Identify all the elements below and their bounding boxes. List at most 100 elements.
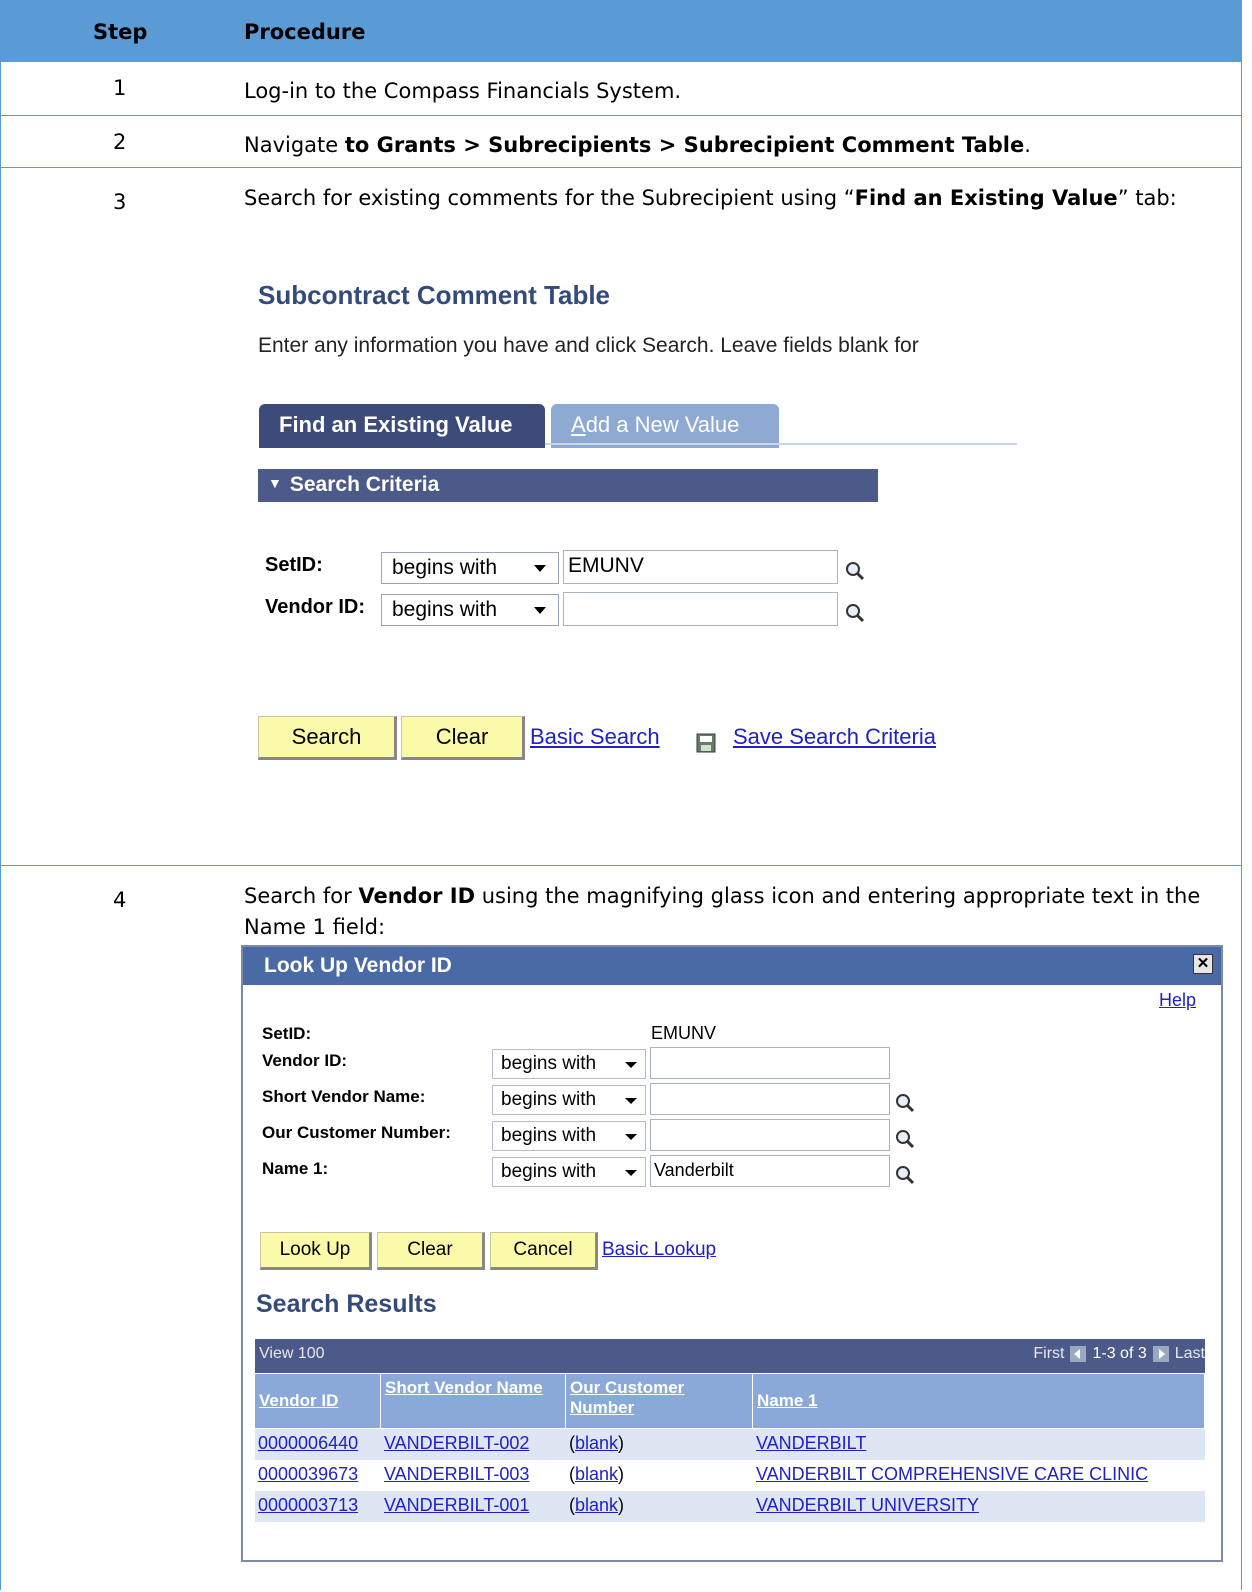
grid-view-link[interactable]: View 100	[259, 1345, 325, 1362]
step-text: Search for existing comments for the Sub…	[244, 183, 1211, 214]
short-vendor-name-operator-select[interactable]: begins with	[492, 1085, 646, 1115]
search-criteria-header[interactable]: ▼ Search Criteria	[258, 469, 878, 502]
short-name-link[interactable]: VANDERBILT-001	[384, 1495, 529, 1515]
cell-name1[interactable]: VANDERBILT COMPREHENSIVE CARE CLINIC	[753, 1460, 1205, 1491]
tab-find-existing-value[interactable]: Find an Existing Value	[259, 404, 545, 448]
dialog-title: Look Up Vendor ID	[243, 947, 1221, 985]
name1-link[interactable]: VANDERBILT	[756, 1433, 866, 1453]
row-range: 1-3 of 3	[1092, 1345, 1147, 1362]
close-icon[interactable]: ✕	[1193, 954, 1213, 974]
vendor-id-input[interactable]	[650, 1047, 890, 1079]
last-link[interactable]: Last	[1175, 1345, 1205, 1362]
select-value: begins with	[501, 1125, 597, 1146]
step-text-part: Navigate	[244, 133, 345, 157]
basic-lookup-link[interactable]: Basic Lookup	[602, 1239, 716, 1261]
magnifying-glass-icon[interactable]	[895, 1165, 915, 1185]
tab-add-access-key: A	[571, 412, 586, 437]
save-icon[interactable]	[696, 733, 716, 753]
column-header-short-vendor-name[interactable]: Short Vendor Name	[381, 1374, 566, 1428]
cell-short-vendor-name[interactable]: VANDERBILT-003	[381, 1460, 566, 1491]
vendor-id-link[interactable]: 0000003713	[258, 1495, 358, 1515]
name1-link[interactable]: VANDERBILT COMPREHENSIVE CARE CLINIC	[756, 1464, 1148, 1484]
select-value: begins with	[501, 1053, 597, 1074]
our-customer-number-operator-select[interactable]: begins with	[492, 1121, 646, 1151]
setid-input[interactable]: EMUNV	[563, 550, 838, 584]
cell-customer-number[interactable]: (blank)	[566, 1491, 753, 1522]
save-search-criteria-link[interactable]: Save Search Criteria	[733, 724, 936, 750]
cell-short-vendor-name[interactable]: VANDERBILT-001	[381, 1491, 566, 1522]
name1-operator-select[interactable]: begins with	[492, 1157, 646, 1187]
help-link[interactable]: Help	[1159, 990, 1196, 1011]
cell-name1[interactable]: VANDERBILT	[753, 1429, 1205, 1460]
vendor-id-operator-select[interactable]: begins with	[492, 1049, 646, 1079]
clear-button[interactable]: Clear	[377, 1232, 485, 1270]
table-header: Step Procedure	[1, 0, 1242, 62]
basic-search-link[interactable]: Basic Search	[530, 724, 660, 750]
our-customer-number-input[interactable]	[650, 1119, 890, 1151]
step-text-bold: Vendor ID	[358, 884, 476, 908]
name1-label: Name 1:	[262, 1159, 329, 1178]
clear-button[interactable]: Clear	[401, 716, 525, 760]
customer-number-link[interactable]: blank	[575, 1464, 618, 1484]
customer-number-link[interactable]: blank	[575, 1495, 618, 1515]
step-number: 1	[113, 76, 127, 100]
our-customer-number-label: Our Customer Number:	[262, 1123, 451, 1142]
setid-operator-select[interactable]: begins with	[381, 552, 559, 584]
short-name-link[interactable]: VANDERBILT-003	[384, 1464, 529, 1484]
column-header-our-customer-number[interactable]: Our Customer Number	[566, 1374, 753, 1428]
cell-vendor-id[interactable]: 0000039673	[255, 1460, 381, 1491]
paren: )	[618, 1433, 625, 1453]
magnifying-glass-icon[interactable]	[895, 1129, 915, 1149]
paren: )	[618, 1495, 625, 1515]
cell-short-vendor-name[interactable]: VANDERBILT-002	[381, 1429, 566, 1460]
collapse-triangle-icon: ▼	[268, 475, 282, 491]
select-value: begins with	[501, 1161, 597, 1182]
header-step: Step	[93, 20, 148, 44]
select-value: begins with	[392, 556, 498, 579]
vendor-id-label: Vendor ID:	[265, 596, 366, 618]
dropdown-arrow-icon	[625, 1134, 637, 1140]
dropdown-arrow-icon	[625, 1098, 637, 1104]
vendor-id-link[interactable]: 0000039673	[258, 1464, 358, 1484]
search-results-title: Search Results	[256, 1290, 437, 1318]
table-row: 1 Log-in to the Compass Financials Syste…	[1, 62, 1242, 116]
cell-customer-number[interactable]: (blank)	[566, 1460, 753, 1491]
paren: )	[618, 1464, 625, 1484]
lookup-button[interactable]: Look Up	[260, 1232, 372, 1270]
step-text-bold: to Grants > Subrecipients > Subrecipient…	[344, 133, 1025, 157]
magnifying-glass-icon[interactable]	[895, 1093, 915, 1113]
vendor-id-operator-select[interactable]: begins with	[381, 594, 559, 626]
page-title: Subcontract Comment Table	[258, 280, 611, 310]
magnifying-glass-icon[interactable]	[845, 561, 865, 581]
dropdown-arrow-icon	[625, 1170, 637, 1176]
name1-link[interactable]: VANDERBILT UNIVERSITY	[756, 1495, 979, 1515]
cell-vendor-id[interactable]: 0000003713	[255, 1491, 381, 1522]
page-instructions: Enter any information you have and click…	[258, 334, 919, 357]
vendor-id-input[interactable]	[563, 592, 838, 626]
setid-value: EMUNV	[651, 1023, 717, 1043]
name1-input[interactable]: Vanderbilt	[650, 1155, 890, 1187]
tab-add-label: dd a New Value	[585, 412, 740, 437]
vendor-id-link[interactable]: 0000006440	[258, 1433, 358, 1453]
short-vendor-name-input[interactable]	[650, 1083, 890, 1115]
tab-add-new-value[interactable]: Add a New Value	[551, 404, 779, 448]
previous-page-icon[interactable]	[1070, 1345, 1087, 1362]
column-header-vendor-id[interactable]: Vendor ID	[255, 1374, 381, 1428]
cell-name1[interactable]: VANDERBILT UNIVERSITY	[753, 1491, 1205, 1522]
cell-vendor-id[interactable]: 0000006440	[255, 1429, 381, 1460]
select-value: begins with	[392, 598, 498, 621]
step-text-part: .	[1024, 133, 1031, 157]
tab-divider	[545, 443, 1017, 445]
cell-customer-number[interactable]: (blank)	[566, 1429, 753, 1460]
magnifying-glass-icon[interactable]	[845, 603, 865, 623]
short-name-link[interactable]: VANDERBILT-002	[384, 1433, 529, 1453]
customer-number-link[interactable]: blank	[575, 1433, 618, 1453]
next-page-icon[interactable]	[1152, 1345, 1169, 1362]
step-text-part: Search for existing comments for the Sub…	[244, 186, 855, 210]
cancel-button[interactable]: Cancel	[490, 1232, 598, 1270]
search-button[interactable]: Search	[258, 716, 397, 760]
first-link[interactable]: First	[1033, 1345, 1064, 1362]
step-text-part: Search for	[244, 884, 359, 908]
dropdown-arrow-icon	[625, 1062, 637, 1068]
column-header-name1[interactable]: Name 1	[753, 1374, 1205, 1428]
